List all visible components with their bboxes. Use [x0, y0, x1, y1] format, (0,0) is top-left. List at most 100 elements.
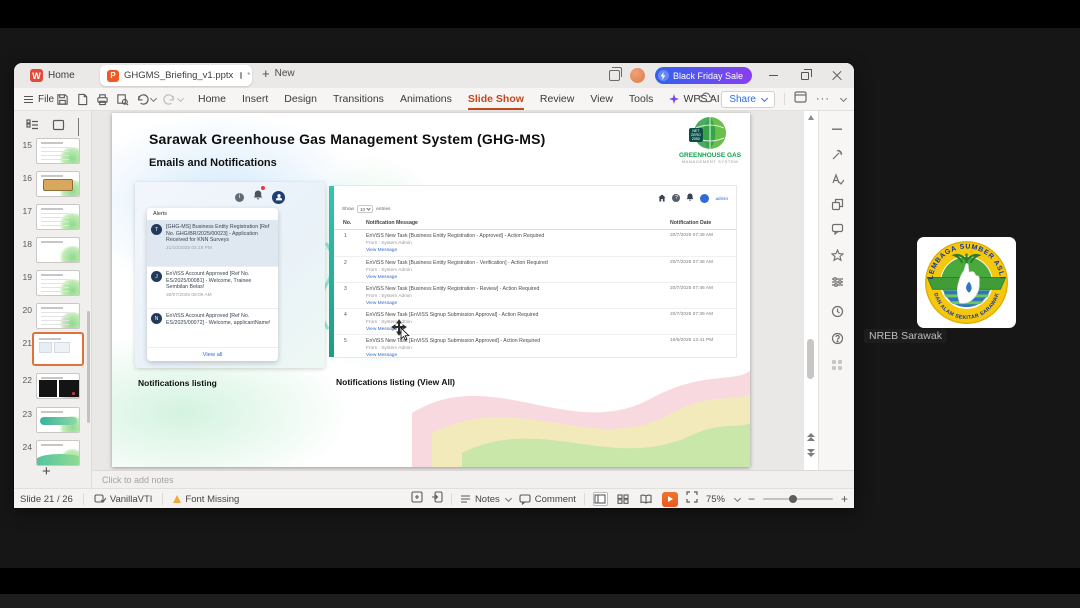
cell-no: 4	[344, 312, 347, 318]
collapse-ribbon-icon[interactable]	[839, 94, 848, 102]
handoff-icon[interactable]	[431, 490, 443, 508]
window-stack-icon[interactable]	[608, 67, 622, 81]
zoom-slider[interactable]	[762, 495, 833, 503]
slide-thumbnail-19[interactable]	[36, 270, 80, 296]
view-message-link[interactable]: View Message	[366, 275, 397, 280]
zoom-slider-handle[interactable]	[788, 495, 797, 503]
notes-pane[interactable]: Click to add notes	[92, 470, 854, 488]
redo-button[interactable]	[163, 93, 185, 105]
scrollbar-thumb[interactable]	[807, 339, 814, 379]
settings-sliders-icon[interactable]	[829, 274, 845, 290]
fullscreen-icon[interactable]	[686, 490, 698, 508]
slide-sorter-view-button[interactable]	[616, 492, 631, 506]
collapse-panel-icon[interactable]	[76, 118, 79, 136]
new-tab-button[interactable]: + New	[262, 67, 295, 80]
slide-thumbnail-18[interactable]	[36, 237, 80, 263]
help-icon: ?	[672, 194, 681, 202]
cloud-sync-icon[interactable]	[698, 90, 713, 108]
view-message-link[interactable]: View Message	[366, 248, 397, 253]
editor-scrollbar[interactable]	[804, 111, 818, 470]
thumbnail-scrollbar[interactable]	[87, 311, 90, 423]
thumbnail-number: 20	[22, 305, 32, 315]
notification-badge	[261, 186, 265, 190]
slide-view-icon[interactable]	[50, 118, 66, 140]
apps-grid-icon[interactable]	[829, 357, 845, 373]
zoom-in-button[interactable]: +	[841, 492, 848, 506]
menu-transitions[interactable]: Transitions	[333, 93, 384, 105]
scroll-up-arrow[interactable]	[808, 115, 814, 120]
slide-canvas[interactable]: Sarawak Greenhouse Gas Management System…	[112, 113, 750, 467]
normal-view-button[interactable]	[592, 492, 608, 506]
ribbon-layout-icon[interactable]	[794, 90, 807, 108]
outline-view-icon[interactable]	[26, 118, 39, 136]
task-window-icon[interactable]	[411, 490, 423, 508]
page-size-select[interactable]: 10	[357, 205, 374, 213]
alerts-header: Alerts	[153, 211, 168, 217]
chevron-down-icon[interactable]	[176, 94, 185, 102]
collapse-rail-icon[interactable]	[829, 121, 845, 137]
menu-design[interactable]: Design	[284, 93, 317, 105]
view-message-link[interactable]: View Message	[366, 301, 397, 306]
undo-button[interactable]	[136, 93, 158, 105]
file-menu-button[interactable]: File	[24, 88, 54, 110]
black-friday-sale-button[interactable]: Black Friday Sale	[654, 67, 752, 84]
print-preview-button[interactable]	[116, 93, 129, 106]
user-avatar[interactable]	[629, 68, 645, 83]
slide-thumbnail-15[interactable]	[36, 138, 80, 164]
star-icon[interactable]	[829, 247, 845, 263]
logo-line1: GREENHOUSE GAS	[678, 152, 742, 159]
zoom-out-button[interactable]: −	[748, 492, 755, 506]
share-button[interactable]: Share	[721, 90, 775, 108]
save-button[interactable]	[56, 93, 69, 106]
restore-button[interactable]	[794, 67, 816, 85]
menu-home[interactable]: Home	[198, 93, 226, 105]
alert-item[interactable]: J EnViSS Account Approved [Ref No. ES/20…	[147, 266, 278, 308]
menu-insert[interactable]: Insert	[242, 93, 268, 105]
slide-thumbnail-23[interactable]	[36, 407, 80, 433]
proofing-icon[interactable]	[829, 171, 845, 187]
slide-thumbnail-21-selected[interactable]	[32, 332, 84, 366]
close-button[interactable]	[826, 67, 848, 85]
more-options-icon[interactable]: ···	[816, 93, 830, 105]
slide-thumbnail-17[interactable]	[36, 204, 80, 230]
reading-view-button[interactable]	[639, 492, 654, 506]
view-all-link[interactable]: View all	[147, 347, 278, 361]
add-slide-button[interactable]: +	[42, 463, 51, 480]
shapes-icon[interactable]	[829, 196, 845, 212]
sparkle-icon	[669, 94, 680, 104]
slide-thumbnail-16[interactable]	[36, 171, 80, 197]
menu-tools[interactable]: Tools	[629, 93, 654, 105]
export-pdf-button[interactable]	[76, 93, 89, 106]
slideshow-play-button[interactable]	[661, 491, 678, 507]
alert-avatar: J	[151, 271, 162, 282]
slide-editor-area[interactable]: Sarawak Greenhouse Gas Management System…	[92, 111, 804, 470]
tab-preview-icon[interactable]	[240, 72, 243, 79]
alert-item[interactable]: N EnViSS Account Approved [Ref No. ES/20…	[147, 308, 278, 347]
cell-from: From : System Admin	[366, 293, 412, 299]
slide-thumbnail-20[interactable]	[36, 303, 80, 329]
theme-button[interactable]: VanillaVTI	[94, 494, 152, 505]
alert-item[interactable]: T [GHG-MS] Business Entity Registration …	[147, 220, 278, 266]
help-rail-icon[interactable]	[829, 330, 845, 346]
document-tab[interactable]: P GHGMS_Briefing_v1.pptx *	[100, 65, 252, 86]
font-missing-warning[interactable]: Font Missing	[173, 494, 239, 505]
fix-tools-icon[interactable]	[829, 146, 845, 162]
participant-video-tile[interactable]: LEMBAGA SUMBER ASLI DAN ALAM SEKITAR SAR…	[917, 237, 1016, 328]
menu-view[interactable]: View	[590, 93, 613, 105]
chevron-down-icon[interactable]	[149, 94, 158, 102]
home-tab[interactable]: W Home	[22, 66, 83, 85]
comment-toggle[interactable]: Comment	[519, 494, 576, 505]
zoom-level[interactable]: 75%	[706, 494, 725, 505]
menu-slide-show[interactable]: Slide Show	[467, 93, 524, 110]
menu-animations[interactable]: Animations	[400, 93, 452, 105]
minimize-button[interactable]	[762, 67, 784, 85]
zoom-dropdown-icon[interactable]	[733, 494, 742, 502]
view-message-link[interactable]: View Message	[366, 353, 397, 358]
comment-rail-icon[interactable]	[829, 221, 845, 237]
menu-review[interactable]: Review	[540, 93, 574, 105]
slide-thumbnail-panel: 15 16 17 18 19 20 21 22 23 24 +	[14, 111, 92, 488]
slide-thumbnail-22[interactable]	[36, 373, 80, 399]
print-button[interactable]	[96, 93, 109, 106]
history-clock-icon[interactable]	[829, 303, 845, 319]
notes-toggle[interactable]: Notes	[460, 494, 512, 505]
